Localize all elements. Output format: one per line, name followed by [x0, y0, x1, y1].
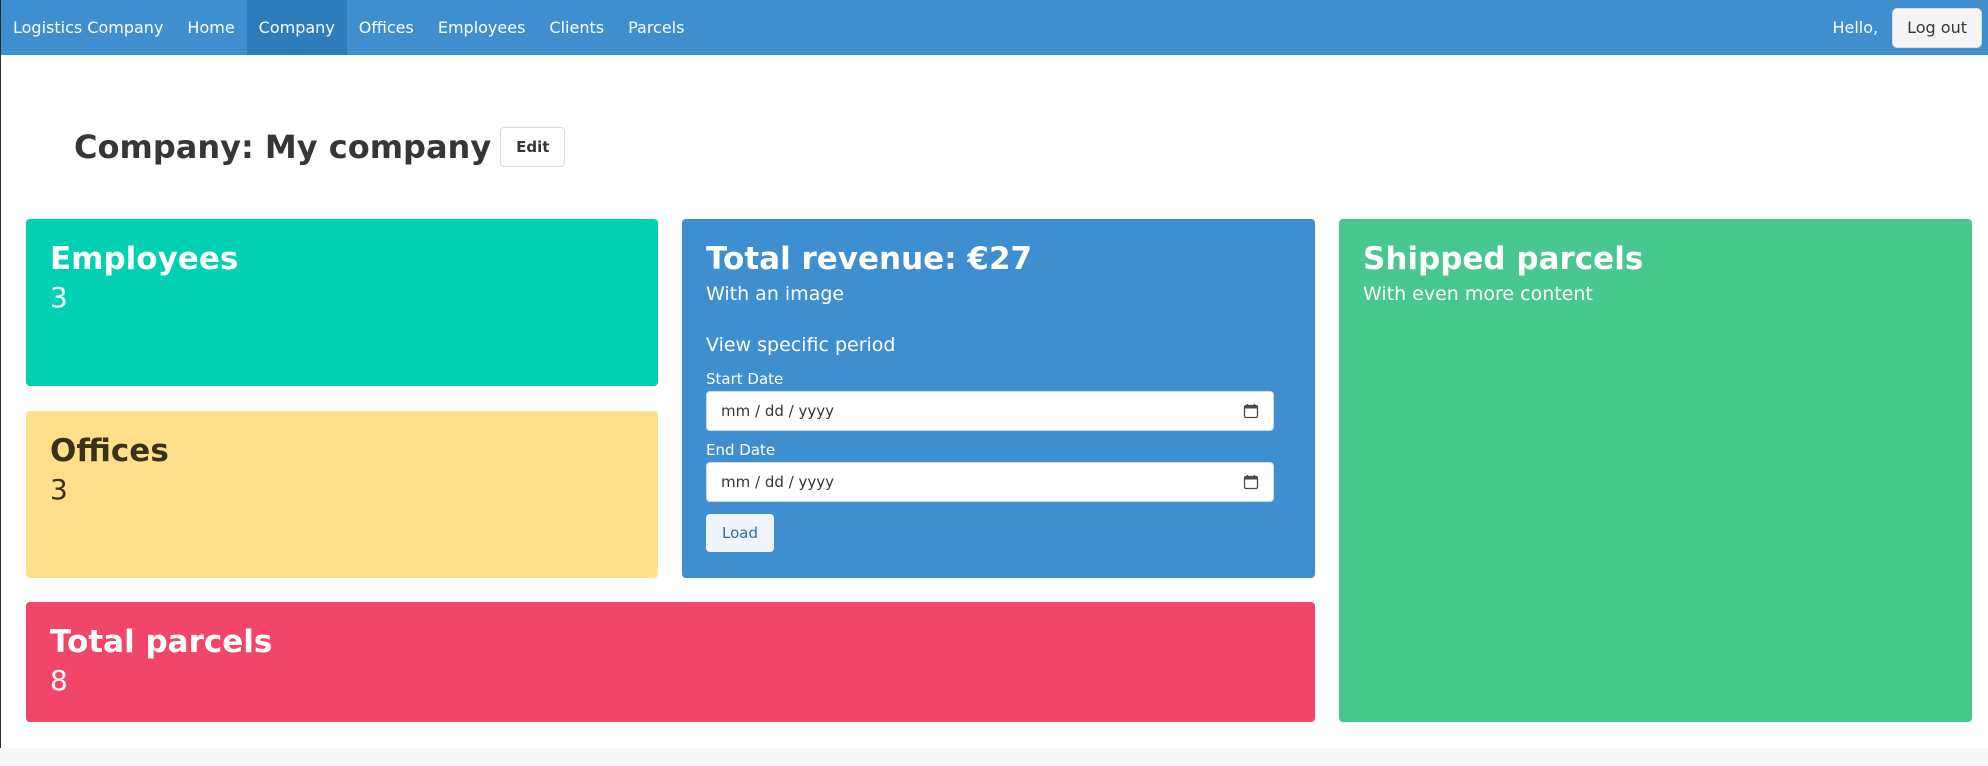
calendar-icon[interactable] [1243, 403, 1259, 419]
page-footer-strip [0, 748, 1988, 766]
start-date-label: Start Date [706, 369, 784, 388]
edit-button[interactable]: Edit [500, 127, 566, 167]
calendar-icon[interactable] [1243, 474, 1259, 490]
nav-menu: Logistics Company Home Company Offices E… [1, 0, 696, 55]
shipped-parcels-tile: Shipped parcels With even more content [1339, 219, 1972, 722]
total-parcels-title: Total parcels [50, 624, 273, 660]
period-label: View specific period [706, 333, 896, 356]
top-navbar: Logistics Company Home Company Offices E… [0, 0, 1988, 55]
total-parcels-count: 8 [50, 664, 68, 698]
offices-tile: Offices 3 [26, 411, 658, 578]
offices-count: 3 [50, 473, 68, 507]
load-button[interactable]: Load [706, 513, 774, 552]
end-date-placeholder: mm / dd / yyyy [721, 472, 834, 491]
start-date-placeholder: mm / dd / yyyy [721, 401, 834, 420]
page-title: Company: My company [74, 128, 492, 166]
shipped-parcels-subtitle: With even more content [1363, 283, 1593, 306]
nav-user-area: Hello, Log out [1832, 0, 1988, 55]
revenue-title: Total revenue: €27 [706, 241, 1033, 277]
shipped-parcels-title: Shipped parcels [1363, 241, 1644, 277]
offices-tile-title: Offices [50, 433, 169, 469]
nav-item-offices[interactable]: Offices [347, 0, 426, 55]
employees-count: 3 [50, 281, 68, 315]
nav-item-home[interactable]: Home [175, 0, 246, 55]
logout-button[interactable]: Log out [1892, 7, 1982, 48]
revenue-subtitle: With an image [706, 283, 845, 306]
employees-tile-title: Employees [50, 241, 239, 277]
total-parcels-tile: Total parcels 8 [26, 602, 1315, 722]
nav-item-employees[interactable]: Employees [426, 0, 538, 55]
page-header: Company: My company Edit [74, 127, 566, 167]
revenue-tile: Total revenue: €27 With an image View sp… [682, 219, 1315, 578]
nav-item-clients[interactable]: Clients [537, 0, 616, 55]
end-date-input[interactable]: mm / dd / yyyy [706, 461, 1274, 502]
employees-tile: Employees 3 [26, 219, 658, 386]
greeting-text: Hello, [1832, 18, 1879, 37]
main-content: Company: My company Edit Employees 3 Off… [0, 55, 1988, 748]
end-date-label: End Date [706, 440, 776, 459]
nav-brand[interactable]: Logistics Company [1, 0, 175, 55]
nav-item-parcels[interactable]: Parcels [616, 0, 696, 55]
nav-item-company[interactable]: Company [246, 0, 347, 55]
start-date-input[interactable]: mm / dd / yyyy [706, 390, 1274, 431]
